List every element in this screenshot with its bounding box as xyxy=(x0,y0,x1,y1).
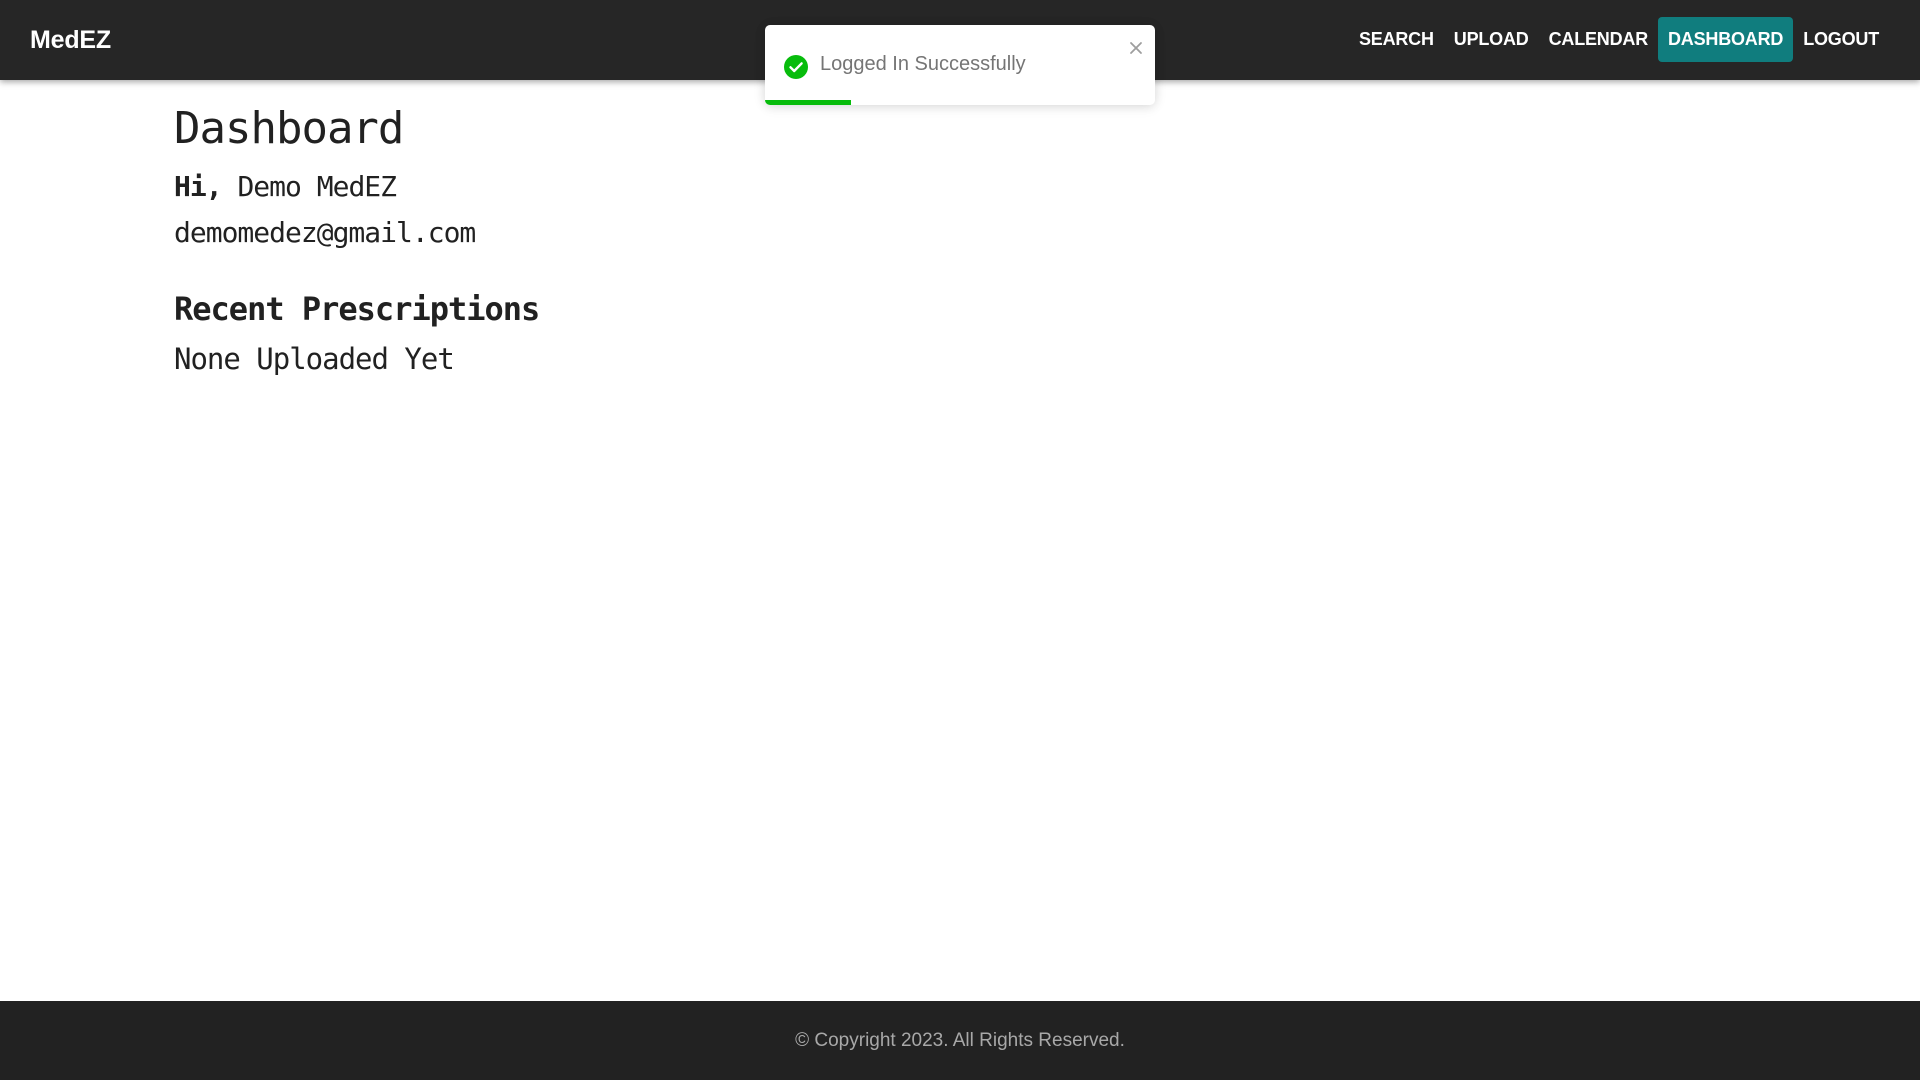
toast-message: Logged In Successfully xyxy=(820,53,1026,75)
toast-progress-bar xyxy=(765,100,851,105)
nav-link-logout[interactable]: LOGOUT xyxy=(1793,17,1889,62)
greeting: Hi, Demo MedEZ xyxy=(174,164,539,210)
nav-link-upload[interactable]: UPLOAD xyxy=(1444,17,1539,62)
copyright-text: © Copyright 2023. All Rights Reserved. xyxy=(795,1030,1125,1051)
nav-links: SEARCH UPLOAD CALENDAR DASHBOARD LOGOUT xyxy=(1349,17,1889,62)
nav-link-search[interactable]: SEARCH xyxy=(1349,17,1444,62)
dashboard-content: Dashboard Hi, Demo MedEZ demomedez@gmail… xyxy=(174,96,540,382)
success-toast[interactable]: Logged In Successfully xyxy=(765,25,1155,105)
check-circle-icon xyxy=(784,55,808,79)
nav-link-calendar[interactable]: CALENDAR xyxy=(1539,17,1658,62)
empty-prescriptions-message: None Uploaded Yet xyxy=(174,342,455,376)
brand-logo[interactable]: MedEZ xyxy=(30,0,111,80)
page-title: Dashboard xyxy=(174,103,404,154)
user-name: Demo MedEZ xyxy=(237,170,397,203)
close-icon[interactable] xyxy=(1127,39,1145,57)
page-footer: © Copyright 2023. All Rights Reserved. xyxy=(0,1001,1920,1080)
nav-link-dashboard[interactable]: DASHBOARD xyxy=(1658,17,1794,62)
recent-prescriptions-heading: Recent Prescriptions xyxy=(174,290,540,328)
greeting-prefix: Hi, xyxy=(174,170,223,203)
user-email: demomedez@gmail.com xyxy=(174,216,476,249)
